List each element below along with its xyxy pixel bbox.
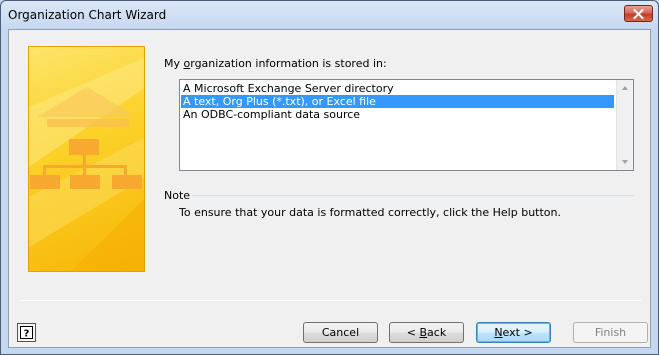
finish-label: Finish [594, 326, 627, 339]
note-text: To ensure that your data is formatted co… [179, 206, 561, 219]
back-prefix: < [406, 326, 420, 339]
list-item-exchange[interactable]: A Microsoft Exchange Server directory [181, 82, 614, 95]
listbox-scrollbar[interactable] [616, 80, 633, 170]
wizard-banner-image [28, 46, 145, 272]
next-label: ext > [502, 326, 533, 339]
button-separator [19, 300, 642, 301]
window-title: Organization Chart Wizard [8, 8, 167, 22]
close-button[interactable] [624, 5, 653, 22]
question-mark-icon: ? [20, 326, 33, 339]
back-button[interactable]: < Back [389, 322, 464, 343]
dialog-client-area: My organization information is stored in… [8, 29, 651, 348]
data-source-listbox[interactable]: A Microsoft Exchange Server directory A … [179, 79, 634, 171]
note-divider [192, 195, 634, 196]
help-button[interactable]: ? [17, 323, 36, 342]
finish-button: Finish [573, 322, 648, 343]
scroll-down-arrow-icon[interactable] [622, 160, 628, 164]
prompt-text-pre: My [164, 57, 184, 70]
source-prompt-label: My organization information is stored in… [164, 57, 387, 70]
back-mnemonic: B [419, 326, 428, 339]
close-icon [633, 8, 644, 19]
list-item-odbc[interactable]: An ODBC-compliant data source [181, 108, 614, 121]
cancel-label: Cancel [321, 326, 360, 339]
prompt-text-post: rganization information is stored in: [190, 57, 387, 70]
back-label: ack [427, 326, 447, 339]
next-mnemonic: N [494, 326, 503, 339]
list-item-text-file[interactable]: A text, Org Plus (*.txt), or Excel file [181, 95, 614, 108]
svg-text:?: ? [24, 329, 30, 340]
org-chart-icon [29, 57, 144, 271]
cancel-button[interactable]: Cancel [303, 322, 378, 343]
note-heading: Note [164, 189, 191, 202]
next-button[interactable]: Next > [476, 322, 551, 343]
title-bar[interactable]: Organization Chart Wizard [1, 1, 658, 29]
scroll-up-arrow-icon[interactable] [622, 86, 628, 90]
wizard-window: Organization Chart Wizard My organizatio… [0, 0, 659, 355]
